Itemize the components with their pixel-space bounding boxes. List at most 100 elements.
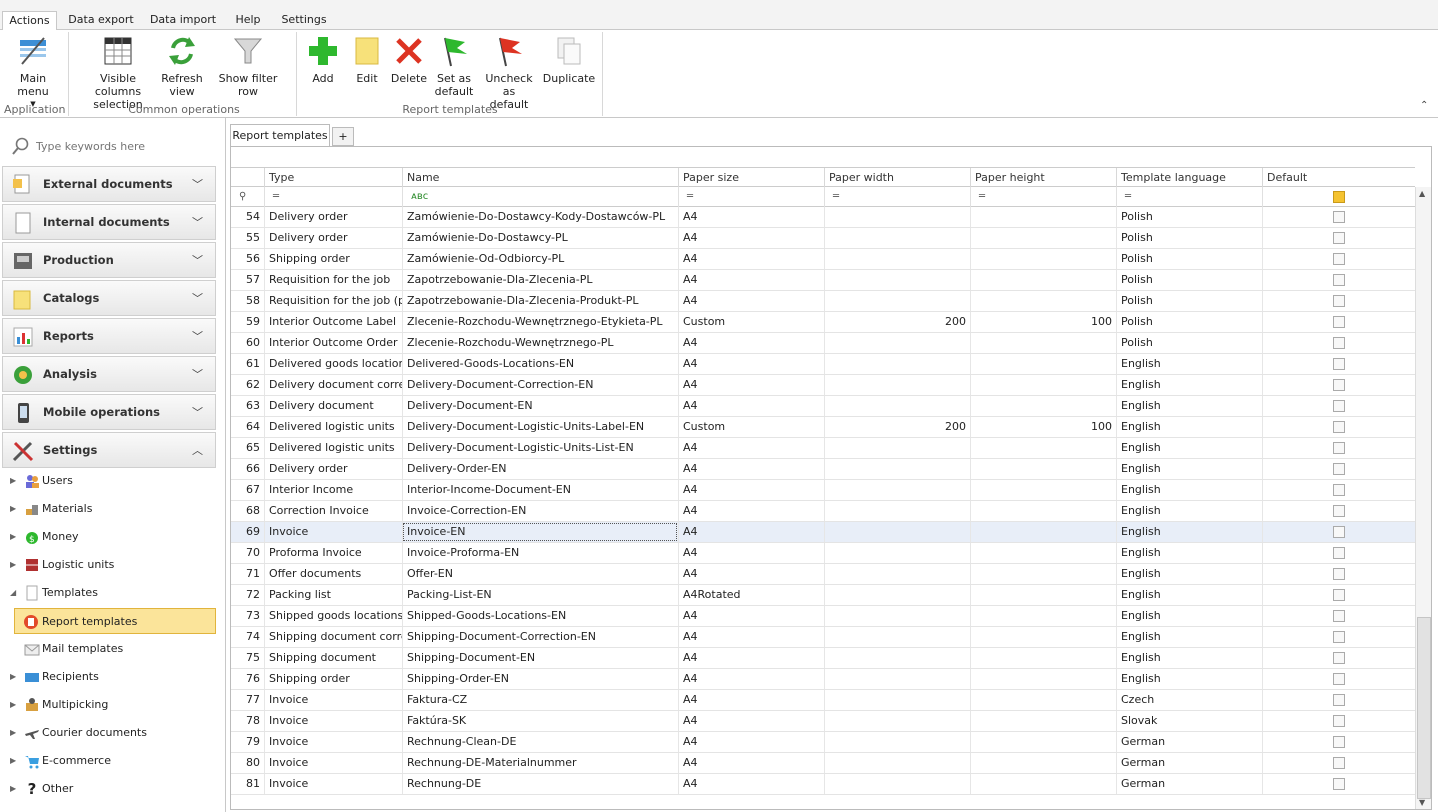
header-name[interactable]: Name bbox=[402, 168, 678, 187]
filter-checkbox[interactable] bbox=[1333, 191, 1345, 203]
default-checkbox[interactable] bbox=[1333, 295, 1345, 307]
default-checkbox[interactable] bbox=[1333, 505, 1345, 517]
scroll-up-icon[interactable]: ▲ bbox=[1419, 189, 1425, 198]
tab-settings[interactable]: Settings bbox=[276, 11, 332, 31]
table-row[interactable]: 78 Invoice Faktúra-SK A4 Slovak bbox=[231, 711, 1415, 732]
default-checkbox[interactable] bbox=[1333, 715, 1345, 727]
table-row[interactable]: 61 Delivered goods locations Delivered-Goo… bbox=[231, 354, 1415, 375]
table-row[interactable]: 55 Delivery order Zamówienie-Do-Dostawcy-P… bbox=[231, 228, 1415, 249]
set-as-default-button[interactable]: Set as default bbox=[432, 34, 476, 98]
default-checkbox[interactable] bbox=[1333, 232, 1345, 244]
table-row[interactable]: 77 Invoice Faktura-CZ A4 Czech bbox=[231, 690, 1415, 711]
edit-button[interactable]: Edit bbox=[348, 34, 386, 85]
table-row[interactable]: 76 Shipping order Shipping-Order-EN A4 Engli… bbox=[231, 669, 1415, 690]
table-row[interactable]: 56 Shipping order Zamówienie-Od-Odbiorcy-P… bbox=[231, 249, 1415, 270]
default-checkbox[interactable] bbox=[1333, 211, 1345, 223]
table-row[interactable]: 79 Invoice Rechnung-Clean-DE A4 German bbox=[231, 732, 1415, 753]
table-row[interactable]: 75 Shipping document Shipping-Document-EN A… bbox=[231, 648, 1415, 669]
section-analysis[interactable]: Analysis ﹀ bbox=[2, 356, 216, 392]
table-row[interactable]: 64 Delivered logistic units Delivery-Docum… bbox=[231, 417, 1415, 438]
default-checkbox[interactable] bbox=[1333, 442, 1345, 454]
default-checkbox[interactable] bbox=[1333, 484, 1345, 496]
table-row[interactable]: 70 Proforma Invoice Invoice-Proforma-EN A4 E… bbox=[231, 543, 1415, 564]
default-checkbox[interactable] bbox=[1333, 358, 1345, 370]
default-checkbox[interactable] bbox=[1333, 274, 1345, 286]
tree-item-users[interactable]: ▶ Users bbox=[8, 468, 218, 494]
section-settings[interactable]: Settings ︿ bbox=[2, 432, 216, 468]
default-checkbox[interactable] bbox=[1333, 337, 1345, 349]
vertical-scrollbar[interactable]: ▲ ▼ bbox=[1415, 187, 1431, 809]
table-row[interactable]: 60 Interior Outcome Order Zlecenie-Rozchod… bbox=[231, 333, 1415, 354]
table-row[interactable]: 73 Shipped goods locations Shipped-Goods-L… bbox=[231, 606, 1415, 627]
search-input[interactable] bbox=[36, 136, 216, 156]
default-checkbox[interactable] bbox=[1333, 694, 1345, 706]
section-production[interactable]: Production ﹀ bbox=[2, 242, 216, 278]
default-checkbox[interactable] bbox=[1333, 526, 1345, 538]
tree-item-other[interactable]: ▶? Other bbox=[8, 776, 218, 802]
tab-data-export[interactable]: Data export bbox=[64, 11, 138, 31]
table-row[interactable]: 74 Shipping document corre...Shipping-Doc… bbox=[231, 627, 1415, 648]
table-row[interactable]: 66 Delivery order Delivery-Order-EN A4 Engli… bbox=[231, 459, 1415, 480]
tab-actions[interactable]: Actions bbox=[2, 11, 57, 32]
header-paper-width[interactable]: Paper width bbox=[824, 168, 970, 187]
delete-button[interactable]: Delete bbox=[390, 34, 428, 85]
tree-item-multipicking[interactable]: ▶ Multipicking bbox=[8, 692, 218, 718]
table-row[interactable]: 57 Requisition for the job Zapotrzebowanie… bbox=[231, 270, 1415, 291]
section-internal-documents[interactable]: Internal documents ﹀ bbox=[2, 204, 216, 240]
table-row[interactable]: 58 Requisition for the job (p... Zapotrzeb… bbox=[231, 291, 1415, 312]
table-row[interactable]: 71 Offer documents Offer-EN A4 English bbox=[231, 564, 1415, 585]
default-checkbox[interactable] bbox=[1333, 463, 1345, 475]
filter-template-language[interactable]: ═ bbox=[1116, 187, 1262, 207]
tab-data-import[interactable]: Data import bbox=[146, 11, 220, 31]
table-row[interactable]: 62 Delivery document corre... Delivery-Doc… bbox=[231, 375, 1415, 396]
default-checkbox[interactable] bbox=[1333, 421, 1345, 433]
default-checkbox[interactable] bbox=[1333, 652, 1345, 664]
table-row[interactable]: 80 Invoice Rechnung-DE-Materialnummer A4 Ger… bbox=[231, 753, 1415, 774]
show-filter-row-button[interactable]: Show filter row bbox=[210, 34, 286, 98]
section-reports[interactable]: Reports ﹀ bbox=[2, 318, 216, 354]
tree-item-recipients[interactable]: ▶ Recipients bbox=[8, 664, 218, 690]
table-row[interactable]: 63 Delivery document Delivery-Document-EN A… bbox=[231, 396, 1415, 417]
default-checkbox[interactable] bbox=[1333, 736, 1345, 748]
tree-item-logistic-units[interactable]: ▶ Logistic units bbox=[8, 552, 218, 578]
uncheck-as-default-button[interactable]: Uncheck as default bbox=[480, 34, 538, 111]
header-default[interactable]: Default bbox=[1262, 168, 1415, 187]
table-row[interactable]: 65 Delivered logistic units Delivery-Docum… bbox=[231, 438, 1415, 459]
default-checkbox[interactable] bbox=[1333, 778, 1345, 790]
tree-item-mail-templates[interactable]: Mail templates bbox=[8, 636, 218, 662]
default-checkbox[interactable] bbox=[1333, 400, 1345, 412]
table-row[interactable]: 81 Invoice Rechnung-DE A4 German bbox=[231, 774, 1415, 795]
default-checkbox[interactable] bbox=[1333, 547, 1345, 559]
table-row[interactable]: 68 Correction Invoice Invoice-Correction-E… bbox=[231, 501, 1415, 522]
default-checkbox[interactable] bbox=[1333, 673, 1345, 685]
default-checkbox[interactable] bbox=[1333, 589, 1345, 601]
tree-item-e-commerce[interactable]: ▶ E-commerce bbox=[8, 748, 218, 774]
filter-paper-width[interactable]: ═ bbox=[824, 187, 970, 207]
section-catalogs[interactable]: Catalogs ﹀ bbox=[2, 280, 216, 316]
filter-paper-height[interactable]: ═ bbox=[970, 187, 1116, 207]
default-checkbox[interactable] bbox=[1333, 253, 1345, 265]
filter-default[interactable] bbox=[1262, 187, 1415, 207]
default-checkbox[interactable] bbox=[1333, 631, 1345, 643]
table-row[interactable]: 72 Packing list Packing-List-EN A4Rotated En… bbox=[231, 585, 1415, 606]
default-checkbox[interactable] bbox=[1333, 568, 1345, 580]
tab-help[interactable]: Help bbox=[228, 11, 268, 31]
refresh-view-button[interactable]: Refresh view bbox=[160, 34, 204, 98]
main-menu-button[interactable]: Main menu ▼ bbox=[4, 34, 62, 111]
tree-item-courier-documents[interactable]: ▶ Courier documents bbox=[8, 720, 218, 746]
default-checkbox[interactable] bbox=[1333, 610, 1345, 622]
tree-item-money[interactable]: ▶ $ Money bbox=[8, 524, 218, 550]
scroll-thumb[interactable] bbox=[1417, 617, 1431, 799]
tree-item-templates[interactable]: ◢ Templates bbox=[8, 580, 218, 606]
tab-report-templates[interactable]: Report templates bbox=[230, 124, 330, 147]
header-type[interactable]: Type bbox=[264, 168, 402, 187]
collapse-ribbon-icon[interactable]: ⌃ bbox=[1420, 100, 1434, 114]
tree-item-materials[interactable]: ▶ Materials bbox=[8, 496, 218, 522]
filter-name[interactable]: ᴀʙc bbox=[402, 187, 678, 207]
section-mobile-operations[interactable]: Mobile operations ﹀ bbox=[2, 394, 216, 430]
header-paper-height[interactable]: Paper height bbox=[970, 168, 1116, 187]
header-paper-size[interactable]: Paper size bbox=[678, 168, 824, 187]
table-row[interactable]: 59 Interior Outcome Label Zlecenie-Rozchod… bbox=[231, 312, 1415, 333]
table-row[interactable]: 69 Invoice Invoice-EN A4 English bbox=[231, 522, 1415, 543]
default-checkbox[interactable] bbox=[1333, 757, 1345, 769]
